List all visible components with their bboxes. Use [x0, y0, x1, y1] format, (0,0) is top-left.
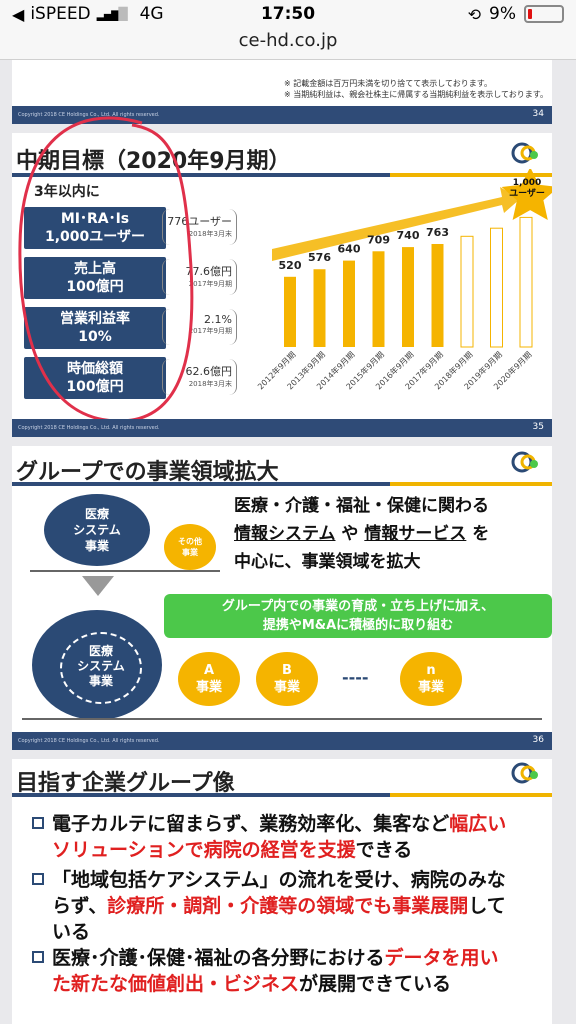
banner-line1: グループ内での事業の育成・立ち上げに加え、: [221, 599, 495, 614]
slide-37: 目指す企業グループ像 電子カルテに留まらず、業務効率化、集客など幅広い ソリュー…: [12, 759, 552, 1024]
note-line: ※ 当期純利益は、親会社株主に帰属する当期純利益を表示しております。: [284, 90, 548, 99]
bar-2018年9月期: [460, 235, 474, 348]
page-number: 36: [532, 735, 544, 745]
green-banner: グループ内での事業の育成・立ち上げに加え、 提携やM&Aに積極的に取り組む: [164, 594, 552, 638]
status-bar: ◀ iSPEED ▂▄▆█ 4G 17:50 ⟲ 9%: [0, 0, 576, 30]
bullet-text: 「地域包括ケアシステム」の流れを受け、病院のみな: [52, 869, 506, 891]
bullet-highlight: ソリューションで病院の経営を支援: [52, 839, 356, 861]
bullet-text: 電子カルテに留まらず、業務効率化、集客など: [52, 813, 450, 835]
slide-36: グループでの事業領域拡大 医療 システム 事業 その他 事業 医療・介護・福祉・…: [12, 446, 552, 750]
medical-system-circle: 医療 システム 事業: [44, 494, 150, 566]
headline-underline-1: 情報システム: [234, 524, 336, 544]
slide-notes: ※ 記載金額は百万円未満を切り捨てて表示しております。 ※ 当期純利益は、親会社…: [284, 78, 548, 100]
bullet-highlight: 診療所・調剤・介護等の領域でも事業展開: [107, 895, 469, 917]
bullet-highlight: た新たな価値創出・ビジネス: [52, 973, 300, 995]
slide-35: 中期目標（2020年9月期） 3年以内に MI･RA･Is 1,000ユーザー …: [12, 116, 552, 437]
star-label-2: ユーザー: [509, 188, 545, 199]
company-logo: [511, 142, 538, 164]
bullet-highlight: データを用い: [384, 947, 499, 969]
copyright-text: Copyright 2018 CE Holdings Co., Ltd. All…: [18, 425, 160, 431]
bullet-3: 医療･介護･保健･福祉の各分野におけるデータを用い た新たな価値創出・ビジネスが…: [32, 945, 552, 997]
headline-connector: や: [335, 524, 365, 544]
note-line: ※ 記載金額は百万円未満を切り捨てて表示しております。: [284, 79, 492, 88]
down-arrow-icon: [82, 576, 114, 596]
page-number: 35: [532, 422, 544, 432]
bullet-square-icon: [32, 951, 44, 963]
company-logo: [511, 451, 538, 473]
url-bar[interactable]: ce-hd.co.jp: [0, 30, 576, 60]
growth-arrow: [272, 187, 520, 261]
red-annotation-circle: [18, 116, 194, 423]
business-n-circle: n 事業: [400, 652, 462, 706]
headline-suffix: を: [466, 524, 490, 544]
url-text: ce-hd.co.jp: [238, 30, 338, 51]
bar-2014年9月期: [343, 260, 355, 347]
bullet-2: 「地域包括ケアシステム」の流れを受け、病院のみな らず、診療所・調剤・介護等の領…: [32, 867, 552, 945]
bar-label: 740: [397, 229, 420, 242]
bar-2012年9月期: [284, 276, 296, 347]
bar-label: 763: [426, 226, 449, 239]
inner-medical-circle: 医療 システム 事業: [60, 632, 142, 704]
bar-label: 709: [367, 233, 390, 246]
headline-underline-2: 情報サービス: [364, 524, 467, 544]
baseline: [30, 570, 220, 572]
bullet-text: らず、: [52, 895, 108, 917]
bar-label: 520: [279, 259, 302, 272]
bullet-text: が展開できている: [299, 973, 452, 995]
user-growth-chart: 1,000 ユーザー 5202012年9月期5762013年9月期6402014…: [255, 169, 552, 391]
headline-line3: 中心に、事業領域を拡大: [234, 552, 421, 572]
star-label-1: 1,000: [513, 178, 541, 188]
battery-percent: 9%: [489, 4, 516, 24]
banner-line2: 提携やM&Aに積極的に取り組む: [262, 618, 454, 633]
bullet-square-icon: [32, 873, 44, 885]
title-underline: [12, 482, 552, 486]
title-underline: [12, 793, 552, 797]
bar-2015年9月期: [372, 251, 385, 347]
slide-footer: Copyright 2018 CE Holdings Co., Ltd. All…: [12, 732, 552, 750]
bullet-text: 医療･介護･保健･福祉の各分野における: [52, 947, 385, 969]
rotation-lock-icon: ⟲: [467, 4, 482, 24]
battery-icon: [524, 5, 564, 23]
bullet-text: できる: [355, 839, 413, 861]
bar-2016年9月期: [402, 247, 414, 347]
bullet-highlight: 幅広い: [449, 813, 507, 835]
business-a-circle: A 事業: [178, 652, 240, 706]
other-business-circle: その他 事業: [164, 524, 216, 570]
headline-line2: 情報システム や 情報サービス を: [234, 520, 489, 548]
baseline-bottom: [22, 718, 542, 720]
bullet-text: して: [468, 895, 506, 917]
bar-label: 640: [338, 243, 361, 256]
copyright-text: Copyright 2018 CE Holdings Co., Ltd. All…: [18, 738, 160, 744]
company-logo: [511, 762, 538, 784]
bar-2013年9月期: [313, 269, 326, 347]
business-dashes: ----: [342, 668, 369, 687]
bullet-text: いる: [52, 921, 91, 943]
business-b-circle: B 事業: [256, 652, 318, 706]
headline: 医療・介護・福祉・保健に関わる 情報システム や 情報サービス を 中心に、事業…: [234, 492, 489, 576]
bar-label: 576: [308, 251, 331, 264]
bar-2019年9月期: [490, 227, 503, 348]
bar-2017年9月期: [431, 243, 444, 347]
bullet-1: 電子カルテに留まらず、業務効率化、集客など幅広い ソリューションで病院の経営を支…: [32, 811, 552, 863]
bar-2020年9月期: [519, 216, 533, 348]
slide-footer: Copyright 2018 CE Holdings Co., Ltd. All…: [12, 419, 552, 437]
headline-line1: 医療・介護・福祉・保健に関わる: [234, 496, 489, 516]
bullet-square-icon: [32, 817, 44, 829]
page-number: 34: [532, 109, 544, 119]
